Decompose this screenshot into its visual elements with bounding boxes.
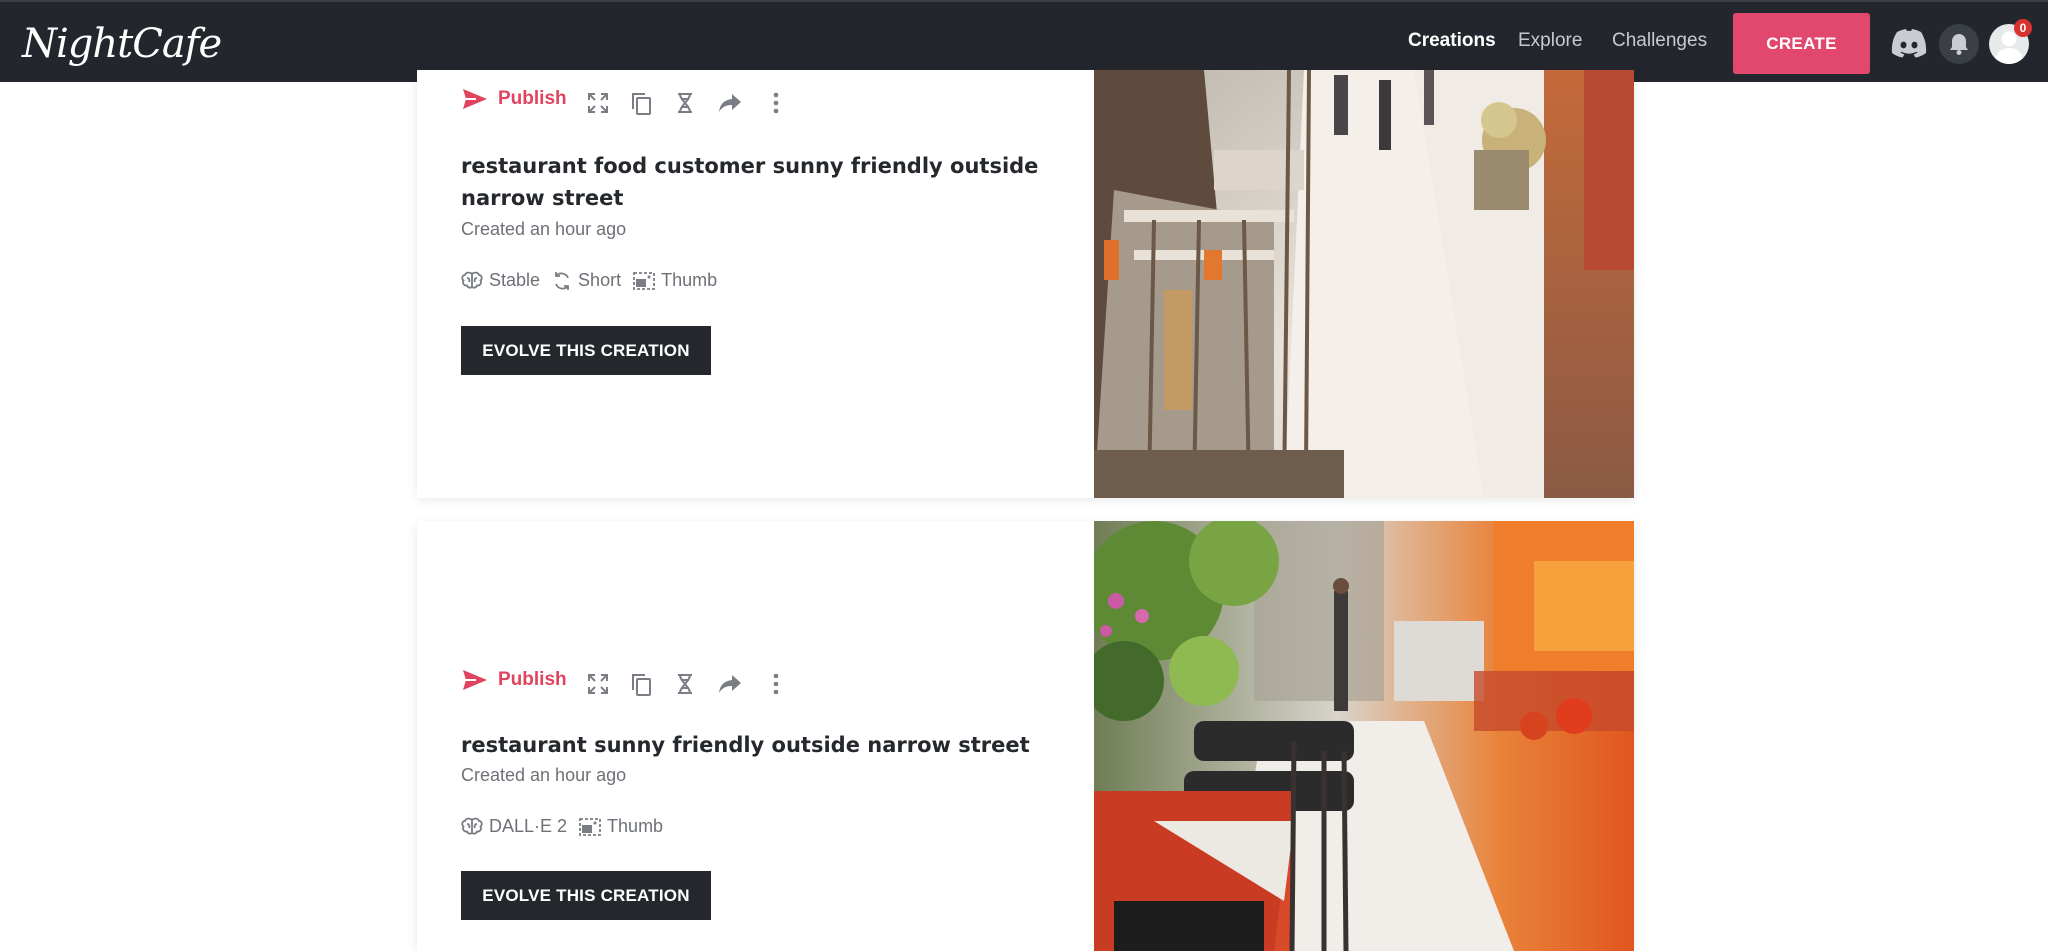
logo[interactable]: NightCafe (22, 14, 222, 74)
creation-card: Publish (417, 70, 1634, 498)
image-icon (579, 817, 601, 836)
notification-badge: 0 (2014, 19, 2032, 37)
refresh-icon (555, 271, 569, 290)
nav-creations[interactable]: Creations (1408, 30, 1496, 52)
meta-resolution: Thumb (579, 816, 663, 837)
creation-image[interactable] (1094, 70, 1634, 498)
fullscreen-icon[interactable] (587, 673, 609, 700)
image-icon (633, 271, 655, 290)
meta-resolution-label: Thumb (661, 270, 718, 290)
creation-title[interactable]: restaurant food customer sunny friendly … (461, 150, 1061, 214)
share-icon[interactable] (717, 673, 743, 700)
share-icon[interactable] (717, 92, 743, 119)
evolve-button[interactable]: EVOLVE THIS CREATION (461, 326, 711, 375)
send-icon (463, 670, 487, 690)
dna-icon[interactable] (674, 92, 696, 119)
meta-resolution: Thumb (633, 270, 717, 291)
creation-image[interactable] (1094, 521, 1634, 951)
creation-title[interactable]: restaurant sunny friendly outside narrow… (461, 729, 1061, 761)
publish-label: Publish (498, 669, 567, 690)
nav-challenges[interactable]: Challenges (1612, 30, 1707, 52)
dna-icon[interactable] (674, 673, 696, 700)
meta-model: Stable (461, 270, 540, 291)
fullscreen-icon[interactable] (587, 92, 609, 119)
notifications-button[interactable] (1939, 24, 1979, 69)
publish-button[interactable]: Publish (462, 88, 567, 110)
discord-icon[interactable] (1891, 28, 1927, 63)
create-button[interactable]: CREATE (1733, 13, 1870, 74)
brain-icon (461, 817, 483, 835)
creation-meta: Stable Short Thumb (461, 270, 717, 291)
publish-button[interactable]: Publish (462, 669, 567, 691)
created-time: Created an hour ago (461, 765, 627, 785)
card-toolbar: Publish (462, 88, 802, 118)
more-options-icon[interactable] (772, 92, 780, 119)
creation-card: Publish (417, 521, 1634, 951)
created-time: Created an hour ago (461, 219, 627, 239)
meta-runtime-label: Short (578, 270, 622, 290)
send-icon (463, 89, 487, 109)
copy-icon[interactable] (630, 92, 652, 121)
more-options-icon[interactable] (772, 673, 780, 700)
meta-model: DALL·E 2 (461, 816, 567, 837)
card-toolbar: Publish (462, 669, 802, 699)
bell-icon (1939, 24, 1979, 64)
meta-resolution-label: Thumb (607, 816, 664, 836)
meta-model-label: Stable (489, 270, 541, 290)
creation-meta: DALL·E 2 Thumb (461, 816, 663, 837)
copy-icon[interactable] (630, 673, 652, 702)
brain-icon (461, 271, 483, 289)
publish-label: Publish (498, 88, 567, 109)
meta-runtime: Short (552, 270, 621, 291)
meta-model-label: DALL·E 2 (489, 816, 568, 836)
evolve-button[interactable]: EVOLVE THIS CREATION (461, 871, 711, 920)
nav-explore[interactable]: Explore (1518, 30, 1582, 52)
